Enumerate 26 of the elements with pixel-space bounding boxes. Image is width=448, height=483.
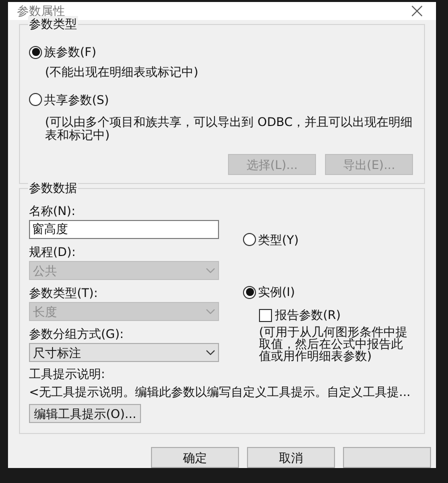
dropdown[interactable]: 尺寸标注 bbox=[29, 343, 219, 362]
close-icon[interactable] bbox=[411, 5, 423, 17]
chevron-down-icon bbox=[206, 268, 215, 273]
field-label: 规程(D): bbox=[29, 244, 77, 260]
dialog-button[interactable]: 确定 bbox=[151, 447, 239, 468]
chevron-down-icon bbox=[206, 350, 215, 355]
field-label: 名称(N): bbox=[29, 203, 76, 219]
field-label: 参数分组方式(G): bbox=[29, 326, 125, 342]
tooltip-text: <无工具提示说明。编辑此参数以编写自定义工具提示。自定义工具提... bbox=[29, 384, 412, 400]
dialog-button[interactable]: 取消 bbox=[247, 447, 335, 468]
field-label: 参数类型(T): bbox=[29, 285, 99, 301]
group-title: 参数数据 bbox=[28, 180, 78, 196]
option-note: (可以由多个项目和族共享，可以导出到 ODBC，并且可以出现在明细表和标记中) bbox=[44, 116, 414, 142]
report-checkbox[interactable]: 报告参数(R) bbox=[259, 306, 411, 324]
field-label: 工具提示说明: bbox=[29, 366, 106, 382]
window-title: 参数属性 bbox=[17, 3, 65, 18]
radio-button[interactable]: 共享参数(S) bbox=[29, 90, 109, 109]
radio-button[interactable]: 实例(I) bbox=[243, 283, 295, 301]
option-note: (不能出现在明细表或标记中) bbox=[44, 66, 200, 80]
edit-tooltip-button[interactable]: 编辑工具提示(O)... bbox=[29, 404, 142, 423]
radio-button[interactable]: 族参数(F) bbox=[29, 43, 96, 62]
name-field[interactable]: 窗高度 bbox=[29, 220, 219, 239]
group-title: 参数类型 bbox=[28, 16, 78, 32]
report-note: (可用于从几何图形条件中提取值，然后在公式中报告此值或用作明细表参数) bbox=[259, 326, 409, 362]
radio-button[interactable]: 类型(Y) bbox=[243, 230, 299, 248]
chevron-down-icon bbox=[206, 309, 215, 314]
